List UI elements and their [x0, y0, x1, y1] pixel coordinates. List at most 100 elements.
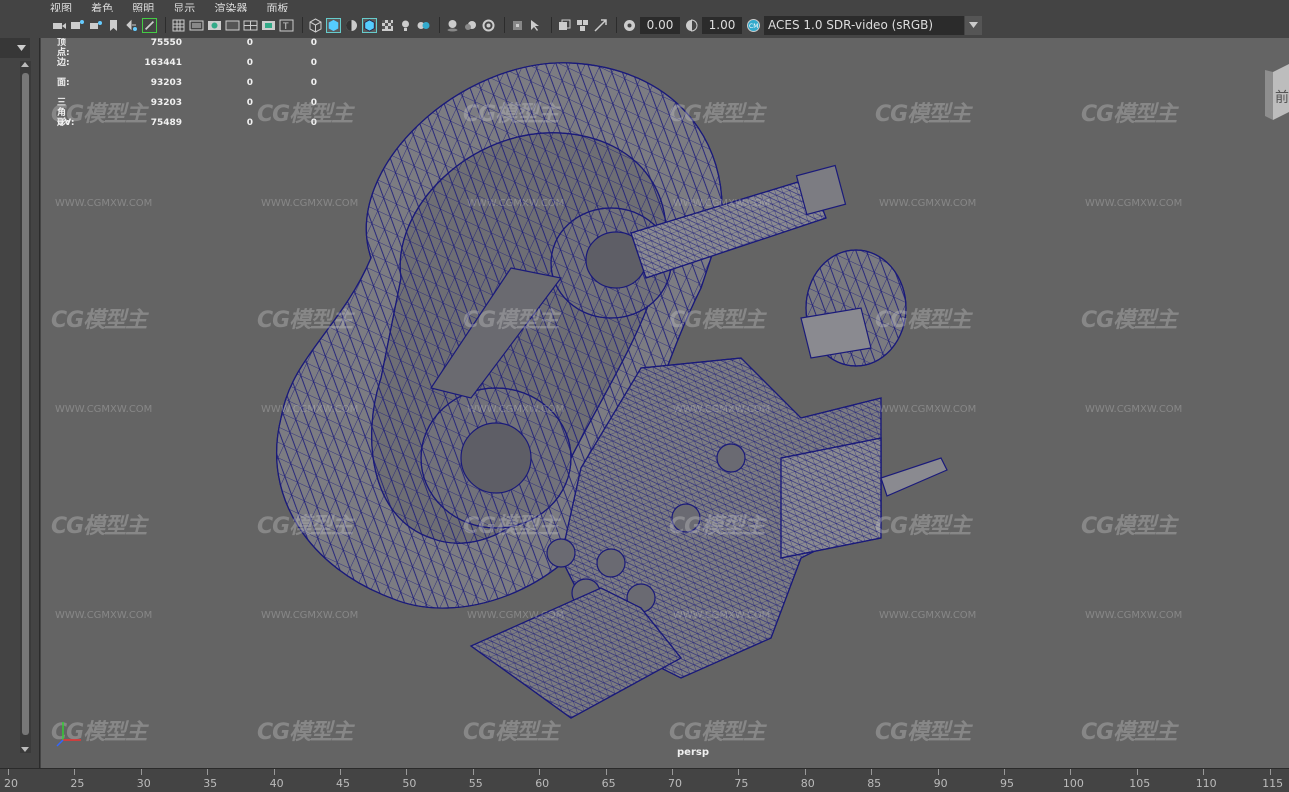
toolbar-separator [439, 17, 440, 33]
wireframe-on-shaded-icon[interactable] [362, 17, 377, 33]
left-panel [0, 38, 40, 768]
menu-renderer[interactable]: 渲染器 [214, 3, 247, 12]
colorspace-select[interactable]: ACES 1.0 SDR-video (sRGB) [764, 15, 964, 35]
viewcube-face-label: 前 [1275, 89, 1289, 106]
safe-action-icon[interactable] [261, 18, 276, 33]
xray-joints-icon[interactable] [575, 18, 590, 33]
ruler-tick [804, 769, 806, 775]
svg-text:T: T [282, 22, 289, 32]
menu-panels[interactable]: 面板 [266, 3, 288, 12]
ruler-tick [738, 769, 740, 775]
grid-snap-icon[interactable] [124, 18, 139, 33]
camera-icon[interactable] [52, 18, 67, 33]
grid-icon[interactable] [171, 18, 186, 33]
ruler-label: 35 [203, 777, 218, 790]
3d-viewport[interactable]: 顶点: 75550 0 0 边: 163441 0 0 面: 93203 0 0… [41, 38, 1289, 768]
axis-gizmo-icon [56, 722, 81, 747]
toolbar-separator [302, 17, 303, 33]
anti-aliasing-icon[interactable] [481, 18, 496, 33]
ruler-label: 75 [734, 777, 749, 790]
wireframe-icon[interactable] [308, 17, 323, 33]
ruler-label: 85 [867, 777, 882, 790]
motion-blur-icon[interactable] [463, 18, 478, 33]
ruler-tick [207, 769, 209, 775]
toolbar-separator [616, 17, 617, 33]
ruler-label: 45 [336, 777, 350, 790]
gamma-icon[interactable] [684, 18, 699, 33]
chevron-down-icon[interactable] [965, 15, 982, 35]
image-plane-icon[interactable] [106, 18, 121, 33]
ruler-label: 50 [402, 777, 417, 790]
ruler-label: 100 [1062, 777, 1084, 790]
chevron-down-icon [17, 45, 26, 51]
backface-icon[interactable] [593, 18, 608, 33]
ruler-label: 65 [601, 777, 616, 790]
ruler-tick [672, 769, 673, 775]
grease-pencil-icon[interactable] [142, 17, 157, 33]
exposure-icon[interactable] [622, 18, 637, 33]
textured-icon[interactable] [380, 18, 395, 33]
ruler-label: 55 [468, 777, 483, 790]
ruler-tick [1004, 769, 1005, 775]
ruler-label: 40 [269, 777, 284, 790]
ruler-label: 25 [70, 777, 85, 790]
camera-attributes-icon[interactable] [70, 18, 85, 33]
vertical-scrollbar[interactable] [20, 61, 31, 753]
ruler-label: 115 [1262, 777, 1284, 790]
menu-lighting[interactable]: 照明 [132, 3, 154, 12]
menu-shading[interactable]: 着色 [91, 3, 113, 12]
camera-name-label: persp [677, 747, 709, 758]
ruler-label: 60 [535, 777, 550, 790]
ruler-tick [273, 769, 275, 775]
gamma-field[interactable]: 1.00 [702, 16, 742, 34]
ruler-tick [605, 769, 607, 775]
ruler-tick [1203, 769, 1205, 775]
viewcube-icon[interactable]: 前 [1263, 62, 1289, 122]
toolbar-separator [551, 17, 552, 33]
toolbar-separator [165, 17, 166, 33]
smooth-shade-icon[interactable] [326, 17, 341, 33]
ruler-label: 80 [800, 777, 815, 790]
ruler-tick [1136, 769, 1138, 775]
ruler-tick [539, 769, 541, 775]
ruler-tick [406, 769, 408, 775]
menu-view[interactable]: 视图 [50, 3, 72, 12]
toolbar-separator [504, 17, 505, 33]
gate-mask-icon[interactable] [225, 18, 240, 33]
shadows-icon[interactable] [416, 18, 431, 33]
safe-title-icon[interactable]: T [279, 18, 294, 33]
viewport-toolbar: T 0.00 1.00 CM ACES 1.0 SDR-video (sRGB) [40, 12, 1289, 38]
viewport-menu-bar: 视图 着色 照明 显示 渲染器 面板 [40, 0, 1289, 12]
scroll-down-icon[interactable] [21, 747, 29, 752]
default-material-icon[interactable] [344, 18, 359, 33]
ruler-tick [472, 769, 474, 775]
ruler-tick [1269, 769, 1271, 775]
wireframe-model [276, 62, 948, 719]
menu-show[interactable]: 显示 [173, 3, 195, 12]
ruler-label: 95 [1000, 777, 1014, 790]
panel-dropdown[interactable] [0, 38, 30, 58]
isolate-select-icon[interactable] [528, 18, 543, 33]
resolution-gate-icon[interactable] [207, 18, 222, 33]
scrollbar-thumb[interactable] [22, 73, 29, 735]
ruler-label: 30 [136, 777, 151, 790]
ruler-tick [871, 769, 873, 775]
scroll-up-icon[interactable] [21, 62, 29, 67]
screen-space-ao-icon[interactable] [445, 18, 460, 33]
use-all-lights-icon[interactable] [398, 18, 413, 33]
ruler-label: 105 [1129, 777, 1151, 790]
film-gate-icon[interactable] [189, 18, 204, 33]
ruler-label: 20 [4, 777, 18, 790]
exposure-field[interactable]: 0.00 [640, 16, 680, 34]
field-chart-icon[interactable] [243, 18, 258, 33]
ruler-tick [340, 769, 341, 775]
ruler-tick [8, 769, 9, 775]
xray-icon[interactable] [557, 18, 572, 33]
ruler-tick [74, 769, 76, 775]
ruler-tick [937, 769, 939, 775]
ruler-label: 90 [933, 777, 948, 790]
color-management-icon[interactable]: CM [746, 18, 761, 33]
timeline-ruler[interactable]: 20 25 30 35 40 45 50 55 60 65 70 75 80 85 90 95 100 105 11… [0, 768, 1289, 792]
depth-of-field-icon[interactable] [510, 18, 525, 33]
bookmark-icon[interactable] [88, 18, 103, 33]
